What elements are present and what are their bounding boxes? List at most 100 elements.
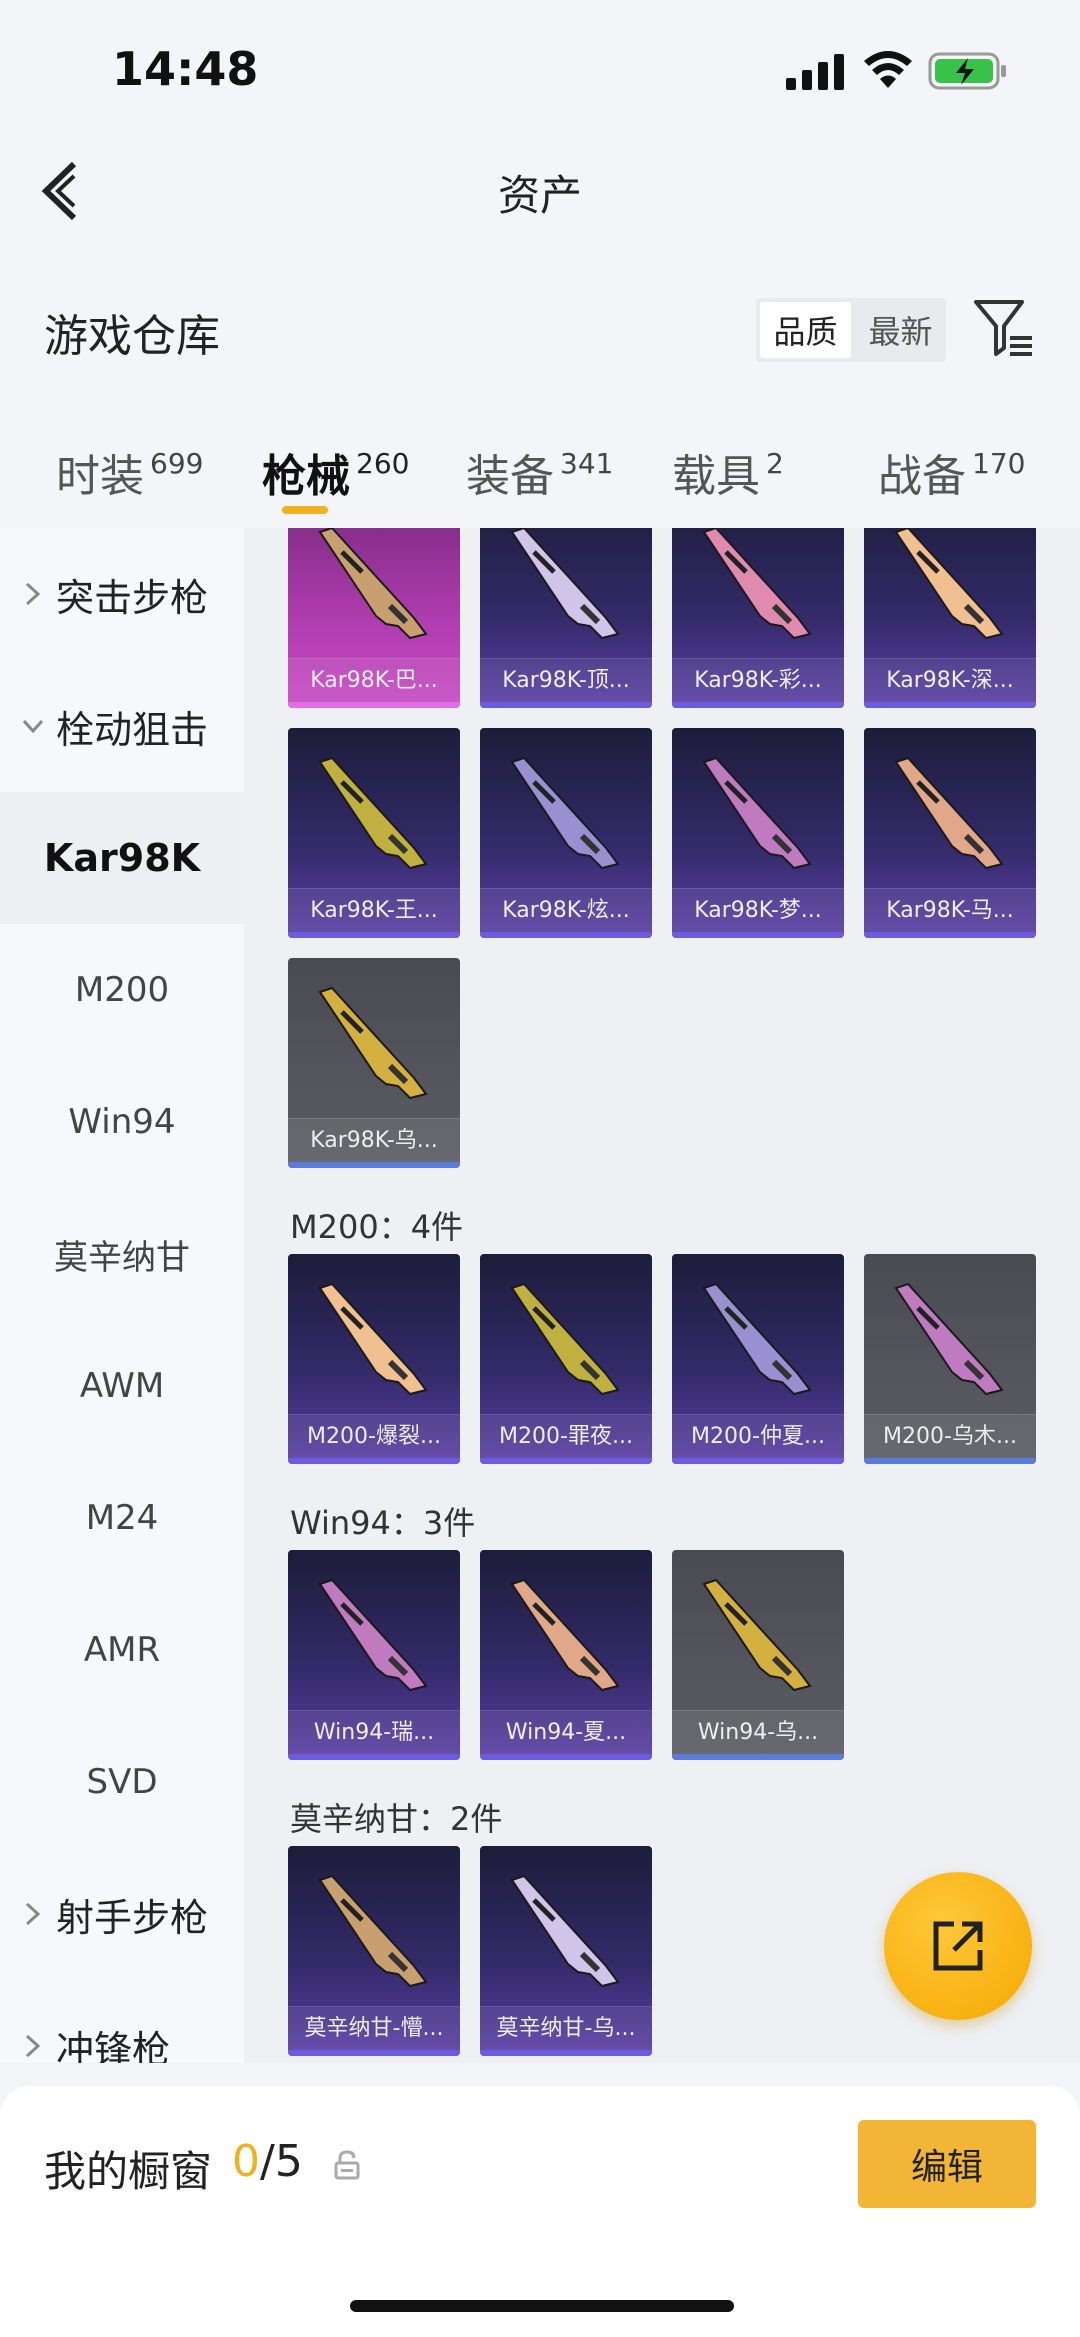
skin-card[interactable]: Win94-夏... xyxy=(480,1550,652,1760)
tab-battle-gear[interactable]: 战备 170 xyxy=(878,440,1025,504)
skin-name: Kar98K-王... xyxy=(288,888,460,932)
sidebar-item-label: 冲锋枪 xyxy=(56,2027,171,2064)
rifle-icon xyxy=(510,1874,620,1988)
skin-name: Kar98K-炫... xyxy=(480,888,652,932)
rifle-icon xyxy=(510,756,620,870)
skin-name: Kar98K-乌... xyxy=(288,1118,460,1162)
skin-card[interactable]: Kar98K-马... xyxy=(864,728,1036,938)
sidebar-item-assault-rifle[interactable]: 突击步枪 xyxy=(0,528,244,660)
sidebar-item-m24[interactable]: M24 xyxy=(0,1452,244,1584)
skin-name: Kar98K-深... xyxy=(864,658,1036,702)
skin-card[interactable]: Win94-乌... xyxy=(672,1550,844,1760)
skin-name: Kar98K-顶... xyxy=(480,658,652,702)
sort-toggle[interactable]: 品质 最新 xyxy=(756,298,946,362)
skin-grid: Kar98K-巴... Kar98K-顶... Kar98K-彩... Kar98K-… xyxy=(244,528,1080,2063)
skin-card[interactable]: Kar98K-顶... xyxy=(480,528,652,708)
skin-card[interactable]: 莫辛纳甘-懵... xyxy=(288,1846,460,2056)
skin-name: M200-罪夜... xyxy=(480,1414,652,1458)
sidebar-item-label: 突击步枪 xyxy=(56,575,209,620)
skin-card[interactable]: Kar98K-王... xyxy=(288,728,460,938)
showcase-current: 0 xyxy=(232,2136,260,2187)
sidebar-item-win94[interactable]: Win94 xyxy=(0,1056,244,1188)
skin-name: Kar98K-彩... xyxy=(672,658,844,702)
skin-name: Win94-乌... xyxy=(672,1710,844,1754)
skin-card[interactable]: Kar98K-深... xyxy=(864,528,1036,708)
group-heading: Win94：3件 xyxy=(290,1504,476,1542)
rifle-icon xyxy=(702,528,812,640)
skin-card[interactable]: Win94-瑞... xyxy=(288,1550,460,1760)
tab-label: 载具 xyxy=(672,451,760,502)
tab-label: 装备 xyxy=(466,451,554,502)
sort-option-newest[interactable]: 最新 xyxy=(855,298,946,362)
status-time: 14:48 xyxy=(112,42,259,96)
sidebar-item-smg[interactable]: 冲锋枪 xyxy=(0,1980,244,2063)
skin-card[interactable]: Kar98K-乌... xyxy=(288,958,460,1168)
skin-card[interactable]: Kar98K-巴... xyxy=(288,528,460,708)
skin-name: M200-乌木... xyxy=(864,1414,1036,1458)
showcase-bar: 我的橱窗 0/5 编辑 xyxy=(0,2086,1080,2337)
tab-count: 260 xyxy=(356,447,410,480)
home-indicator xyxy=(350,2300,734,2312)
rifle-icon xyxy=(510,1282,620,1396)
skin-name: Kar98K-巴... xyxy=(288,658,460,702)
sidebar-item-mosin-nagant[interactable]: 莫辛纳甘 xyxy=(0,1188,244,1320)
sidebar-item-m200[interactable]: M200 xyxy=(0,924,244,1056)
warehouse-title: 游戏仓库 xyxy=(44,311,220,362)
sidebar-item-bolt-sniper[interactable]: 栓动狙击 xyxy=(0,660,244,792)
skin-card[interactable]: M200-罪夜... xyxy=(480,1254,652,1464)
sidebar-item-marksman-rifle[interactable]: 射手步枪 xyxy=(0,1848,244,1980)
page-title: 资产 xyxy=(497,171,582,220)
showcase-title: 我的橱窗 xyxy=(44,2147,213,2196)
rifle-icon xyxy=(894,756,1004,870)
signal-icon xyxy=(786,54,844,90)
skin-card[interactable]: 莫辛纳甘-乌... xyxy=(480,1846,652,2056)
skin-name: Kar98K-马... xyxy=(864,888,1036,932)
group-heading: M200：4件 xyxy=(290,1208,464,1246)
tab-label: 枪械 xyxy=(262,451,350,502)
sidebar-item-awm[interactable]: AWM xyxy=(0,1320,244,1452)
rifle-icon xyxy=(318,528,428,640)
chevron-right-icon xyxy=(25,1902,41,1926)
rifle-icon xyxy=(510,1578,620,1692)
skin-card[interactable]: Kar98K-梦... xyxy=(672,728,844,938)
skin-name: Win94-夏... xyxy=(480,1710,652,1754)
tab-count: 341 xyxy=(560,447,614,480)
sort-option-quality[interactable]: 品质 xyxy=(760,302,851,358)
showcase-count: 0/5 xyxy=(232,2136,303,2187)
skin-card[interactable]: Kar98K-彩... xyxy=(672,528,844,708)
rifle-icon xyxy=(318,1282,428,1396)
tab-equipment[interactable]: 装备 341 xyxy=(466,440,613,504)
rifle-icon xyxy=(894,528,1004,640)
skin-name: M200-仲夏... xyxy=(672,1414,844,1458)
group-heading: 莫辛纳甘：2件 xyxy=(290,1800,503,1838)
edit-button[interactable]: 编辑 xyxy=(858,2120,1036,2208)
skin-card[interactable]: M200-仲夏... xyxy=(672,1254,844,1464)
chevron-down-icon xyxy=(22,719,44,734)
skin-name: Kar98K-梦... xyxy=(672,888,844,932)
tab-vehicles[interactable]: 载具 2 xyxy=(672,440,784,504)
sidebar-item-label: 栓动狙击 xyxy=(56,707,209,752)
rifle-icon xyxy=(318,756,428,870)
tab-fashion[interactable]: 时装 699 xyxy=(56,440,203,504)
sidebar-item-amr[interactable]: AMR xyxy=(0,1584,244,1716)
rifle-icon xyxy=(318,1874,428,1988)
chevron-right-icon xyxy=(25,582,41,606)
sidebar-item-kar98k[interactable]: Kar98K xyxy=(0,792,244,924)
battery-charging-icon xyxy=(928,52,1006,90)
skin-name: Win94-瑞... xyxy=(288,1710,460,1754)
sidebar-item-svd[interactable]: SVD xyxy=(0,1716,244,1848)
rifle-icon xyxy=(894,1282,1004,1396)
share-button[interactable] xyxy=(884,1872,1032,2020)
skin-card[interactable]: M200-乌木... xyxy=(864,1254,1036,1464)
active-tab-indicator xyxy=(282,506,328,514)
rifle-icon xyxy=(702,756,812,870)
rifle-icon xyxy=(510,528,620,640)
rifle-icon xyxy=(318,986,428,1100)
filter-icon[interactable] xyxy=(972,296,1036,360)
skin-card[interactable]: M200-爆裂... xyxy=(288,1254,460,1464)
tab-count: 2 xyxy=(766,447,784,480)
tab-count: 170 xyxy=(972,447,1026,480)
status-bar: 14:48 xyxy=(0,0,1080,140)
skin-card[interactable]: Kar98K-炫... xyxy=(480,728,652,938)
tab-firearms[interactable]: 枪械 260 xyxy=(262,440,409,504)
